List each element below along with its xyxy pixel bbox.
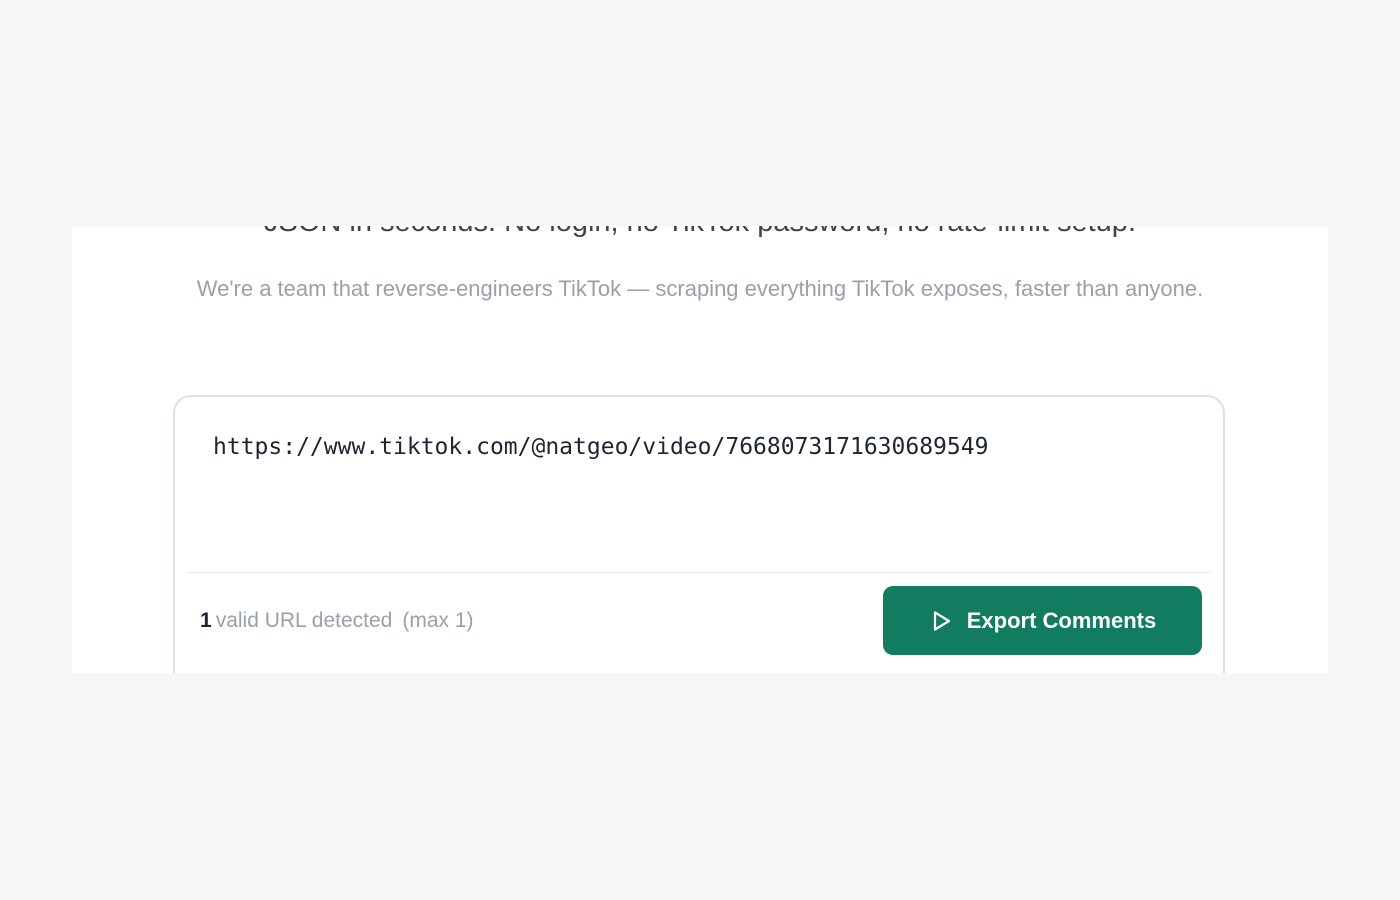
export-button-label: Export Comments	[966, 607, 1157, 633]
url-max-label: (max 1)	[402, 609, 474, 632]
card-divider	[187, 572, 1211, 573]
valid-url-label: valid URL detected	[215, 609, 393, 632]
page-viewport: JSON in seconds. No login, no TikTok pas…	[72, 226, 1328, 673]
url-count-status: 1 valid URL detected (max 1)	[200, 606, 474, 636]
valid-url-count: 1	[200, 609, 212, 632]
export-comments-button[interactable]: Export Comments	[883, 586, 1202, 655]
url-textarea[interactable]: https://www.tiktok.com/@natgeo/video/766…	[213, 431, 988, 463]
hero-headline: JSON in seconds. No login, no TikTok pas…	[72, 226, 1328, 240]
hero-subtext: We're a team that reverse-engineers TikT…	[196, 276, 1204, 301]
url-input-card: https://www.tiktok.com/@natgeo/video/766…	[173, 395, 1225, 673]
play-icon	[929, 609, 953, 633]
